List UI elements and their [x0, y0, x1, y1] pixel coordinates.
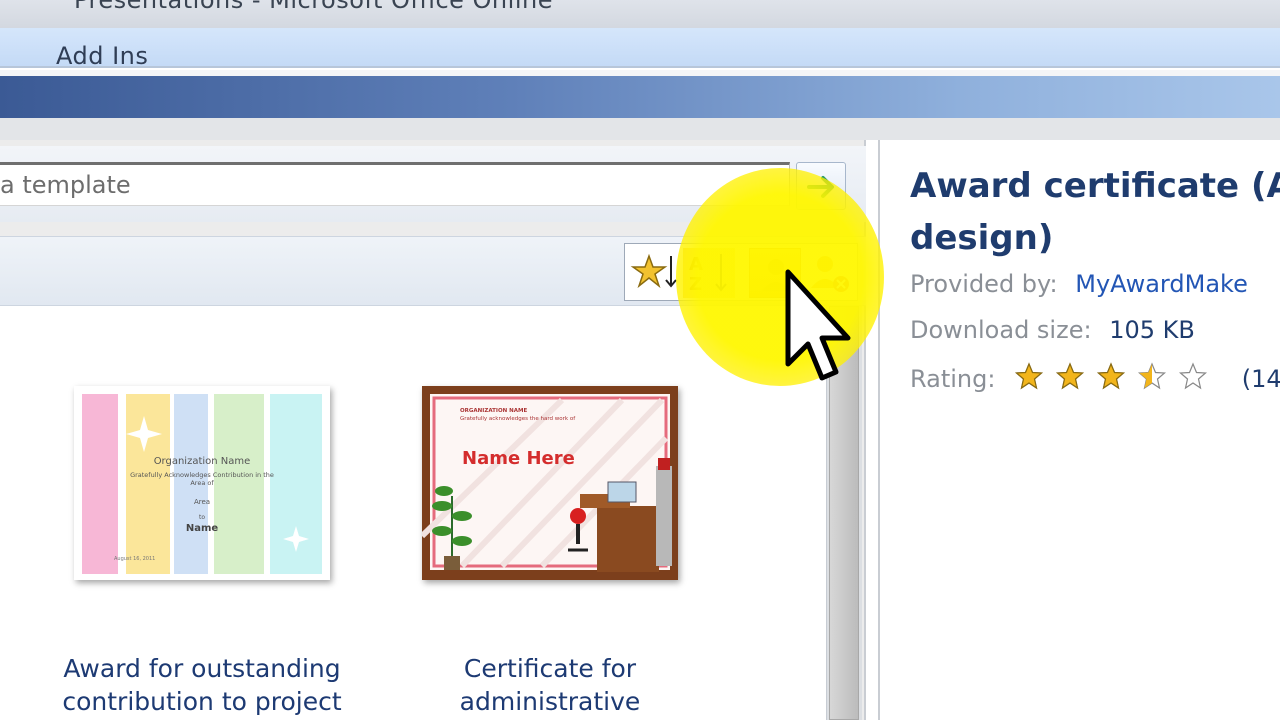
svg-text:A: A	[689, 254, 703, 275]
template-thumbnail-award[interactable]: Organization Name Gratefully Acknowledge…	[74, 386, 330, 580]
provided-by-label: Provided by:	[910, 270, 1058, 298]
thumb-name: Name Here	[462, 448, 575, 469]
thumb-name: Name	[185, 523, 219, 534]
rating-row: Rating: (14	[910, 362, 1280, 398]
arrow-right-icon	[807, 176, 834, 198]
template-title-line1: Award certificate (Ar	[910, 166, 1280, 206]
star-icon	[1056, 362, 1085, 390]
thumb-date: August 16, 2011	[114, 556, 156, 562]
template-title: Award certificate (Ar design)	[910, 160, 1280, 264]
rating-label: Rating:	[910, 365, 996, 393]
thumb-area: Area	[193, 498, 211, 506]
search-go-button[interactable]	[796, 162, 846, 210]
template-thumbnail-certificate[interactable]: ORGANIZATION NAME Gratefully acknowledge…	[419, 386, 678, 580]
search-input[interactable]: a template	[0, 162, 790, 206]
window-titlebar: Presentations - Microsoft Office Online	[0, 0, 1280, 28]
mouse-pointer-icon	[785, 269, 851, 381]
sort-toolbar: A Z	[0, 236, 866, 306]
star-icon	[1015, 362, 1044, 390]
thumb-to: to	[198, 514, 206, 521]
thumb-org-name: Organization Name	[153, 456, 251, 467]
sort-by-name-button[interactable]: A Z	[683, 248, 735, 298]
download-size-row: Download size: 105 KB	[910, 316, 1195, 344]
template-details-panel: Award certificate (Ar design) Provided b…	[878, 140, 1280, 720]
template-title-line2: design)	[910, 218, 1054, 258]
search-bar: a template	[0, 146, 866, 222]
star-icon	[1179, 362, 1208, 390]
thumb-line: Gratefully Acknowledges Contribution in …	[130, 471, 274, 487]
download-size-value: 105 KB	[1109, 316, 1195, 344]
thumb-line: Gratefully acknowledges the hard work of	[460, 416, 576, 422]
provider-link[interactable]: MyAwardMake	[1075, 270, 1248, 298]
window-title: Presentations - Microsoft Office Online	[74, 0, 553, 14]
rating-count: (14	[1241, 365, 1280, 393]
template-caption[interactable]: Certificate for administrative	[380, 652, 720, 718]
star-icon	[1138, 362, 1167, 390]
divider	[0, 118, 1280, 140]
menu-bar: Add Ins	[0, 28, 1280, 68]
template-caption[interactable]: Award for outstanding contribution to pr…	[32, 652, 372, 718]
dialog-banner	[0, 76, 1280, 118]
provided-by-row: Provided by: MyAwardMake	[910, 270, 1248, 298]
sort-az-icon: A Z	[689, 254, 727, 295]
star-sort-icon	[630, 253, 677, 289]
menu-item-add-ins[interactable]: Add Ins	[56, 42, 148, 66]
star-icon	[1097, 362, 1126, 390]
thumb-org-name: ORGANIZATION NAME	[460, 408, 528, 414]
sort-by-rating-button[interactable]	[629, 248, 681, 298]
svg-text:Z: Z	[689, 274, 702, 295]
rating-stars[interactable]	[1015, 362, 1220, 398]
download-size-label: Download size:	[910, 316, 1092, 344]
